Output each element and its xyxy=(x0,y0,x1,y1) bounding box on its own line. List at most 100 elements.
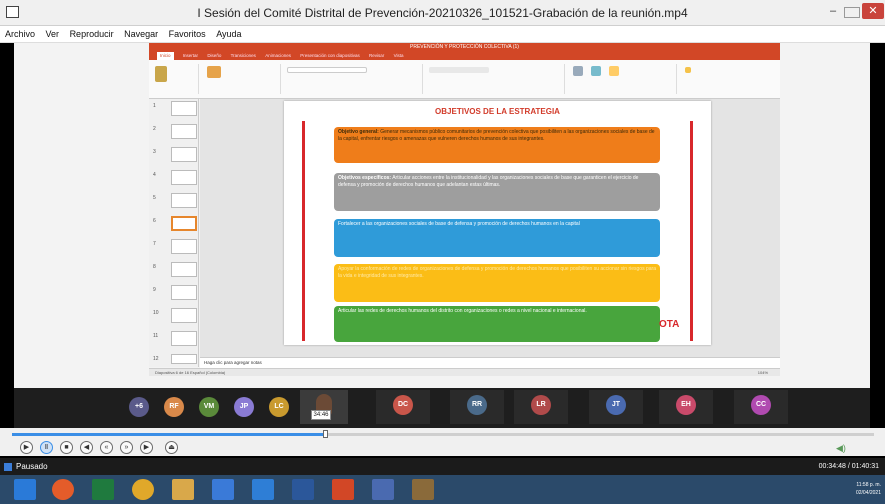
close-button[interactable]: ✕ xyxy=(862,3,884,19)
teams-participant-strip: +6 RF VM JP LC DC RR LR JT EH CC xyxy=(14,388,870,428)
fill-icon xyxy=(685,67,691,73)
slide-title: OBJETIVOS DE LA ESTRATEGIA xyxy=(435,107,560,116)
thumbnail-slide-8 xyxy=(171,262,197,277)
menu-favoritos[interactable]: Favoritos xyxy=(164,26,209,39)
media-player-icon[interactable] xyxy=(412,479,434,500)
participant-avatar[interactable]: JP xyxy=(234,397,254,417)
quick-styles-icon xyxy=(609,66,619,76)
open-button[interactable]: ⏏ xyxy=(165,441,178,454)
new-slide-icon xyxy=(207,66,221,78)
rewind-button[interactable]: « xyxy=(100,441,113,454)
participant-avatar[interactable]: VM xyxy=(199,397,219,417)
ppt-title: PREVENCIÓN Y PROTECCIÓN COLECTIVA (1) xyxy=(410,44,519,50)
ppt-tab-vista: Vista xyxy=(393,53,404,58)
thumbnail-slide-3 xyxy=(171,147,197,162)
notes-pane: Haga clic para agregar notas xyxy=(200,357,780,368)
seek-handle[interactable] xyxy=(322,430,328,438)
thumbnail-slide-10 xyxy=(171,308,197,323)
objective-text: Articular las redes de derechos humanos … xyxy=(338,308,587,314)
arrange-icon xyxy=(591,66,601,76)
ribbon-group-clipboard xyxy=(151,64,199,94)
participant-tile: LR xyxy=(514,390,568,424)
participant-tile: DC xyxy=(376,390,430,424)
pause-status-icon xyxy=(4,463,12,471)
participant-avatar[interactable]: RF xyxy=(164,397,184,417)
slide-canvas: OBJETIVOS DE LA ESTRATEGIA Objetivo gene… xyxy=(284,101,711,345)
menu-bar: Archivo Ver Reproducir Navegar Favoritos… xyxy=(0,26,885,43)
seek-progress xyxy=(12,433,325,436)
slide-editor: OBJETIVOS DE LA ESTRATEGIA Objetivo gene… xyxy=(200,99,780,367)
ribbon-group-font xyxy=(283,64,423,94)
excel-icon[interactable] xyxy=(92,479,114,500)
paragraph-controls xyxy=(429,67,489,73)
participant-tile: RR xyxy=(450,390,504,424)
menu-archivo[interactable]: Archivo xyxy=(0,26,38,39)
system-clock[interactable]: 11:58 p. m. 02/04/2021 xyxy=(856,481,881,497)
ppt-tab-diseno: Diseño xyxy=(207,53,222,58)
participant-avatar: CC xyxy=(751,395,771,415)
objective-text: Fortalecer a las organizaciones sociales… xyxy=(338,221,580,227)
word-icon[interactable] xyxy=(292,479,314,500)
edge-icon[interactable] xyxy=(212,479,234,500)
participant-avatar: RR xyxy=(467,395,487,415)
minimize-button[interactable]: – xyxy=(823,3,843,19)
chrome-icon[interactable] xyxy=(132,479,154,500)
clock-time: 11:58 p. m. xyxy=(856,482,881,488)
ppt-tab-transiciones: Transiciones xyxy=(230,53,256,58)
thumbnail-slide-1 xyxy=(171,101,197,116)
participant-tile: JT xyxy=(589,390,643,424)
font-select xyxy=(287,67,367,73)
player-statusbar: Pausado 00:34:48 / 01:40:31 xyxy=(0,458,885,475)
forward-button[interactable]: » xyxy=(120,441,133,454)
thumbnail-slide-6 xyxy=(171,216,197,231)
playback-status: Pausado xyxy=(16,462,48,471)
thumbnail-slide-2 xyxy=(171,124,197,139)
start-button[interactable] xyxy=(14,479,36,500)
objective-box-5: Articular las redes de derechos humanos … xyxy=(334,306,660,342)
seek-time-tooltip: 34:46 xyxy=(311,410,331,420)
menu-ayuda[interactable]: Ayuda xyxy=(211,26,244,39)
firefox-icon[interactable] xyxy=(52,479,74,500)
next-button[interactable]: ▶ xyxy=(140,441,153,454)
playback-time: 00:34:48 / 01:40:31 xyxy=(818,463,879,470)
menu-ver[interactable]: Ver xyxy=(41,26,63,39)
thumbnail-slide-4 xyxy=(171,170,197,185)
play-button[interactable]: ▶ xyxy=(20,441,33,454)
powerpoint-icon[interactable] xyxy=(332,479,354,500)
menu-navegar[interactable]: Navegar xyxy=(119,26,161,39)
seek-bar[interactable] xyxy=(12,433,874,436)
ribbon-group-paragraph xyxy=(425,64,565,94)
participant-tile: EH xyxy=(659,390,713,424)
participant-overflow[interactable]: +6 xyxy=(129,397,149,417)
thumbnail-slide-12 xyxy=(171,354,197,364)
ppt-ribbon xyxy=(149,60,780,99)
objective-text: Generar mecanismos público comunitarios … xyxy=(338,129,655,142)
ribbon-group-editing xyxy=(679,64,775,94)
ppt-tab-insertar: Insertar xyxy=(182,53,199,58)
menu-reproducir[interactable]: Reproducir xyxy=(65,26,117,39)
volume-icon[interactable]: ◀) xyxy=(836,443,846,454)
window-titlebar: I Sesión del Comité Distrital de Prevenc… xyxy=(0,0,885,26)
objective-text: Apoyar la conformación de redes de organ… xyxy=(338,266,656,279)
teams-icon[interactable] xyxy=(372,479,394,500)
ppt-ribbon-tabs: Inicio Insertar Diseño Transiciones Anim… xyxy=(149,52,780,60)
thumbnail-slide-11 xyxy=(171,331,197,346)
camera-icon[interactable] xyxy=(252,479,274,500)
participant-avatar[interactable]: LC xyxy=(269,397,289,417)
ppt-tab-presentacion: Presentación con diapositivas xyxy=(300,53,360,58)
window-title: I Sesión del Comité Distrital de Prevenc… xyxy=(197,6,688,20)
player-controls xyxy=(0,428,885,456)
thumbnail-slide-7 xyxy=(171,239,197,254)
participant-avatar: JT xyxy=(606,395,626,415)
file-explorer-icon[interactable] xyxy=(172,479,194,500)
ppt-statusbar: Diapositiva 6 de 16 Español (Colombia) 1… xyxy=(149,368,780,376)
previous-button[interactable]: ◀ xyxy=(80,441,93,454)
video-frame[interactable]: PREVENCIÓN Y PROTECCIÓN COLECTIVA (1) In… xyxy=(14,43,870,388)
thumbnail-slide-5 xyxy=(171,193,197,208)
ppt-tab-animaciones: Animaciones xyxy=(265,53,291,58)
slide-left-bar xyxy=(302,121,305,341)
participant-avatar: EH xyxy=(676,395,696,415)
pause-button[interactable]: Ⅱ xyxy=(40,441,53,454)
maximize-button[interactable] xyxy=(844,7,860,18)
stop-button[interactable]: ■ xyxy=(60,441,73,454)
